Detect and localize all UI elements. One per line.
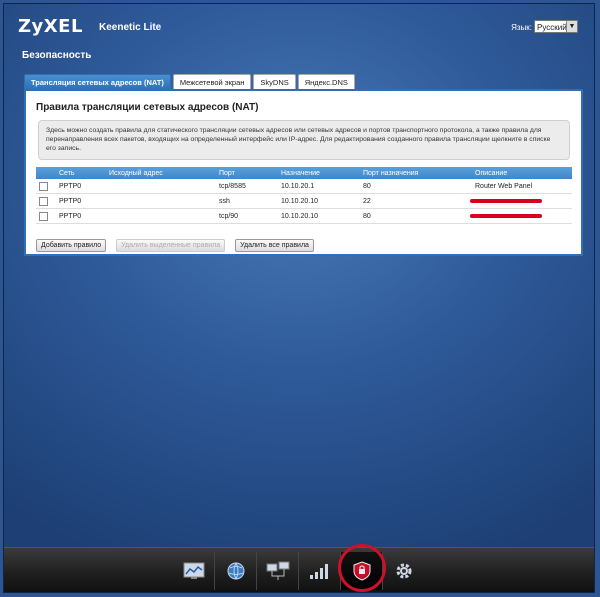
- signal-bars-icon[interactable]: [299, 552, 341, 590]
- app-window: ZyXEL Keenetic Lite Язык: Русский ▼ Безо…: [3, 3, 595, 593]
- tab-nat[interactable]: Трансляция сетевых адресов (NAT): [24, 74, 171, 90]
- panel-title: Правила трансляции сетевых адресов (NAT): [36, 102, 259, 113]
- action-buttons: Добавить правило Удалить выделенные прав…: [36, 239, 324, 252]
- globe-icon[interactable]: [215, 552, 257, 590]
- cell-net: PPTP0: [56, 179, 106, 194]
- cell-net: PPTP0: [56, 193, 106, 209]
- row-checkbox[interactable]: [39, 196, 48, 206]
- cell-port: tcp/8585: [216, 179, 278, 194]
- column-header[interactable]: Назначение: [278, 167, 360, 179]
- column-header[interactable]: Исходный адрес: [106, 167, 216, 179]
- select-column: [36, 167, 56, 179]
- chevron-down-icon: ▼: [566, 21, 577, 32]
- row-checkbox[interactable]: [39, 181, 48, 191]
- tab-bar: Трансляция сетевых адресов (NAT) Межсете…: [24, 74, 357, 90]
- cell-dport: 80: [360, 179, 472, 194]
- redaction-mark: [470, 214, 542, 218]
- cell-dest: 10.10.20.10: [278, 193, 360, 209]
- nat-panel: Правила трансляции сетевых адресов (NAT)…: [24, 89, 583, 256]
- delete-all-button[interactable]: Удалить все правила: [235, 239, 314, 252]
- cell-dest: 10.10.20.1: [278, 179, 360, 194]
- language-label: Язык:: [511, 23, 532, 32]
- bottom-taskbar: [4, 544, 594, 592]
- security-tab-button[interactable]: [338, 544, 386, 592]
- cell-desc: [470, 208, 572, 224]
- cell-port: tcp/90: [216, 208, 278, 224]
- cell-net: PPTP0: [56, 208, 106, 224]
- column-header[interactable]: Порт назначения: [360, 167, 472, 179]
- cell-desc: Router Web Panel: [472, 179, 572, 194]
- cell-src: [106, 179, 216, 194]
- column-header[interactable]: Сеть: [56, 167, 106, 179]
- network-computers-icon[interactable]: [257, 552, 299, 590]
- tab-skydns[interactable]: SkyDNS: [253, 74, 296, 90]
- monitor-chart-icon[interactable]: [173, 552, 215, 590]
- column-header[interactable]: Описание: [472, 167, 572, 179]
- cell-src: [106, 208, 216, 224]
- gear-icon[interactable]: [383, 552, 425, 590]
- cell-src: [106, 193, 216, 209]
- cell-dest: 10.10.20.10: [278, 208, 360, 224]
- zyxel-logo: ZyXEL: [18, 16, 83, 37]
- tab-firewall[interactable]: Межсетевой экран: [172, 74, 252, 90]
- add-rule-button[interactable]: Добавить правило: [36, 239, 107, 252]
- column-header[interactable]: Порт: [216, 167, 278, 179]
- table-header: Сеть Исходный адрес Порт Назначение Порт…: [36, 167, 572, 179]
- cell-dport: 22: [360, 193, 472, 209]
- language-select[interactable]: Русский ▼: [534, 20, 578, 33]
- cell-port: ssh: [216, 193, 278, 209]
- taskbar-icons: [173, 544, 425, 592]
- tab-yandex-dns[interactable]: Яндекс.DNS: [297, 74, 355, 90]
- page-title: Безопасность: [22, 50, 92, 61]
- table-row[interactable]: PPTP0 tcp/90 10.10.20.10 80: [36, 208, 572, 224]
- delete-selected-button[interactable]: Удалить выделенные правила: [116, 239, 226, 252]
- row-checkbox[interactable]: [39, 211, 48, 221]
- highlight-circle: [338, 544, 386, 592]
- cell-dport: 80: [360, 208, 472, 224]
- cell-desc: [470, 193, 572, 209]
- table-row[interactable]: PPTP0 ssh 10.10.20.10 22: [36, 193, 572, 209]
- language-value: Русский: [537, 23, 567, 32]
- table-row[interactable]: PPTP0 tcp/8585 10.10.20.1 80 Router Web …: [36, 179, 572, 194]
- info-box: Здесь можно создать правила для статичес…: [38, 120, 570, 160]
- header: ZyXEL Keenetic Lite Язык: Русский ▼: [4, 4, 594, 44]
- nat-rules-table: Сеть Исходный адрес Порт Назначение Порт…: [36, 167, 572, 224]
- product-name: Keenetic Lite: [99, 22, 162, 33]
- redaction-mark: [470, 199, 542, 203]
